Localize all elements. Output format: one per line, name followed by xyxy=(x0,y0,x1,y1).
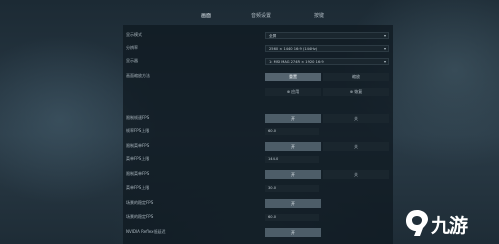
tab-graphics[interactable]: 画面 xyxy=(196,12,216,19)
display-mode-select[interactable]: 全屏 ▾ xyxy=(265,32,389,39)
setting-row: 场景的稳定FPS 60.0 xyxy=(123,213,393,222)
scale-zoom-button[interactable]: 缩放 xyxy=(323,73,389,81)
apply-row: ⊕ 应用 ⊕ 恢复 xyxy=(123,88,393,97)
watermark: 九游 xyxy=(404,208,496,238)
chevron-down-icon: ▾ xyxy=(383,59,386,64)
setting-display-mode: 显示模式 全屏 ▾ xyxy=(123,31,393,40)
setting-row: 场景的稳定FPS 开 xyxy=(123,199,393,208)
setting-label: 场景的稳定FPS xyxy=(126,214,154,219)
select-value: 1: MSI MAG 274R × 1920 16:9 xyxy=(269,60,324,64)
menu-fps-input[interactable]: 30.0 xyxy=(265,185,319,192)
select-value: 全屏 xyxy=(269,34,277,38)
top-marker xyxy=(282,0,300,3)
top-markers xyxy=(0,0,499,4)
top-marker xyxy=(338,0,356,3)
stable-fps-input[interactable]: 60.0 xyxy=(265,214,319,221)
toggle-off-button[interactable]: 关 xyxy=(323,170,389,179)
watermark-text: 九游 xyxy=(431,215,468,237)
setting-label: 显示器 xyxy=(126,58,138,63)
toggle-on-button[interactable]: 开 xyxy=(265,170,321,179)
toggle-on-button[interactable]: 开 xyxy=(265,142,321,151)
top-marker xyxy=(254,0,272,3)
top-marker xyxy=(224,0,242,3)
select-value: 2560 × 1440 16:9 (144Hz) xyxy=(269,47,318,51)
setting-label: 限制帧速FPS xyxy=(126,115,150,120)
watermark-logo-icon xyxy=(406,210,428,236)
tab-controls[interactable]: 按键 xyxy=(311,12,327,19)
setting-row: 限制菜单FPS 开 关 xyxy=(123,170,393,179)
top-marker xyxy=(160,0,178,3)
setting-label: 限制菜单FPS xyxy=(126,171,150,176)
setting-resolution: 分辨率 2560 × 1440 16:9 (144Hz) ▾ xyxy=(123,44,393,53)
toggle-on-button[interactable]: 开 xyxy=(265,114,321,123)
toggle-off-button[interactable]: 关 xyxy=(323,142,389,151)
setting-monitor: 显示器 1: MSI MAG 274R × 1920 16:9 ▾ xyxy=(123,57,393,66)
toggle-on-button[interactable]: 开 xyxy=(265,228,321,237)
top-marker xyxy=(86,0,104,3)
setting-label: NVIDIA Reflex低延迟 xyxy=(126,229,166,234)
apply-button[interactable]: ⊕ 应用 xyxy=(265,88,321,96)
setting-row: 限制菜单FPS 开 关 xyxy=(123,142,393,151)
chevron-down-icon: ▾ xyxy=(383,33,386,38)
chevron-down-icon: ▾ xyxy=(383,46,386,51)
setting-row: 帧率FPS上限 60.0 xyxy=(123,127,393,136)
scale-reset-button[interactable]: 重置 xyxy=(265,73,321,81)
setting-row: 菜单FPS上限 144.0 xyxy=(123,155,393,164)
monitor-select[interactable]: 1: MSI MAG 274R × 1920 16:9 ▾ xyxy=(265,58,389,65)
setting-label: 菜单FPS上限 xyxy=(126,156,150,161)
setting-label: 显示模式 xyxy=(126,32,142,37)
setting-scale-method: 画面缩放方法 重置 缩放 xyxy=(123,72,393,81)
setting-row: 菜单FPS上限 30.0 xyxy=(123,184,393,193)
toggle-on-button[interactable]: 开 xyxy=(265,199,321,208)
setting-label: 场景的稳定FPS xyxy=(126,200,154,205)
setting-label: 限制菜单FPS xyxy=(126,143,150,148)
setting-label: 分辨率 xyxy=(126,45,138,50)
tab-audio[interactable]: 音频设置 xyxy=(249,12,273,19)
setting-row: 限制帧速FPS 开 关 xyxy=(123,114,393,123)
menu-fps-input[interactable]: 144.0 xyxy=(265,156,319,163)
setting-label: 画面缩放方法 xyxy=(126,73,150,78)
top-navigation: 画面 音频设置 按键 xyxy=(0,0,499,22)
setting-label: 菜单FPS上限 xyxy=(126,185,150,190)
setting-row: NVIDIA Reflex低延迟 开 xyxy=(123,228,393,237)
setting-label: 帧率FPS上限 xyxy=(126,128,150,133)
toggle-off-button[interactable]: 关 xyxy=(323,114,389,123)
restore-button[interactable]: ⊕ 恢复 xyxy=(323,88,389,96)
fps-limit-input[interactable]: 60.0 xyxy=(265,128,319,135)
resolution-select[interactable]: 2560 × 1440 16:9 (144Hz) ▾ xyxy=(265,45,389,52)
